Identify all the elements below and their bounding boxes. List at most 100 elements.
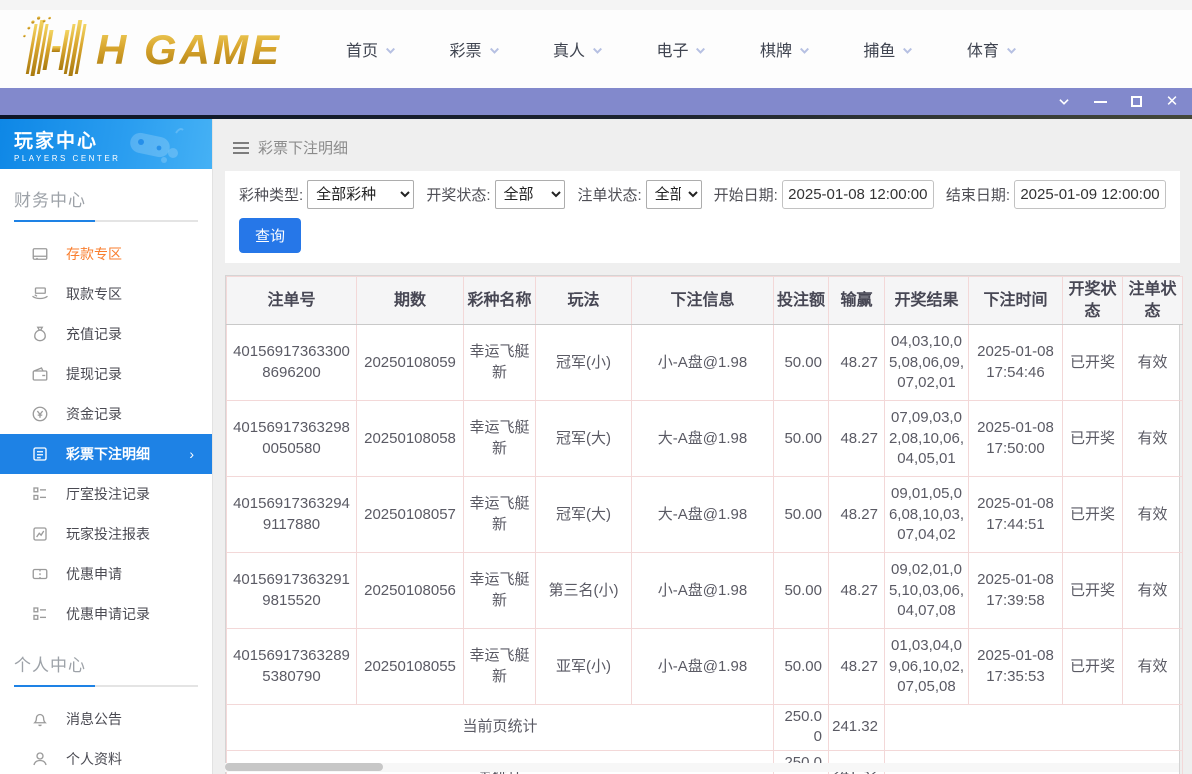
nav-item-lottery[interactable]: 彩票: [449, 37, 500, 61]
sidebar-item-lottery-bet-detail[interactable]: 彩票下注明细 ›: [0, 434, 212, 474]
cell-time: 2025-01-08 17:50:00: [969, 401, 1063, 477]
window-titlebar: ✕: [0, 88, 1192, 115]
cell-bet-id: 401569173632919815520: [227, 553, 357, 629]
col-play: 玩法: [536, 277, 632, 325]
gamepad-icon: [126, 127, 184, 163]
cell-lottery: 幸运飞艇新: [464, 629, 536, 705]
cell-time: 2025-01-08 17:54:46: [969, 325, 1063, 401]
nav-item-fishing[interactable]: 捕鱼: [863, 37, 914, 61]
money-bag-icon: [31, 325, 49, 343]
window-minimize-icon[interactable]: [1092, 94, 1108, 110]
window-close-icon[interactable]: ✕: [1164, 94, 1180, 110]
scrollbar-thumb[interactable]: [225, 763, 383, 771]
sidebar-item-profile[interactable]: 个人资料: [0, 739, 212, 774]
col-win-loss: 输赢: [829, 277, 885, 325]
personal-menu: 消息公告 个人资料 修改密码: [0, 699, 212, 774]
chevron-down-icon: [1005, 44, 1018, 57]
list-check-icon: [31, 605, 49, 623]
section-divider: [14, 685, 198, 687]
sidebar-item-promo-apply[interactable]: 优惠申请: [0, 554, 212, 594]
nav-item-cards[interactable]: 棋牌: [760, 37, 811, 61]
current-page-summary-row: 当前页统计 250.00 241.32: [227, 705, 1183, 751]
finance-menu: 存款专区 取款专区 充值记录: [0, 234, 212, 634]
section-divider: [14, 220, 198, 222]
cell-lottery: 幸运飞艇新: [464, 477, 536, 553]
nav-item-slots[interactable]: 电子: [656, 37, 707, 61]
chevron-down-icon: [694, 44, 707, 57]
cell-period: 20250108055: [357, 629, 464, 705]
section-title-personal: 个人中心: [14, 651, 212, 676]
nav-label: 电子: [656, 37, 688, 61]
table-row: 401569173632980050580 20250108058 幸运飞艇新 …: [227, 401, 1183, 477]
filter-panel: 彩种类型: 全部彩种 开奖状态: 全部 注单状态: 全部 开始日期: 结束日期:: [225, 171, 1180, 263]
nav-label: 首页: [346, 37, 378, 61]
start-date-input[interactable]: [782, 180, 934, 209]
chevron-down-icon: [591, 44, 604, 57]
cell-result: 09,01,05,06,08,10,03,07,04,02: [885, 477, 969, 553]
cell-order-status: 有效: [1123, 477, 1183, 553]
sidebar-item-deposit[interactable]: 存款专区: [0, 234, 212, 274]
page-title: 彩票下注明细: [258, 137, 348, 158]
sidebar-item-notices[interactable]: 消息公告: [0, 699, 212, 739]
nav-item-sports[interactable]: 体育: [967, 37, 1018, 61]
sidebar-item-funds-record[interactable]: 资金记录: [0, 394, 212, 434]
col-time: 下注时间: [969, 277, 1063, 325]
cell-win-loss: 48.27: [829, 325, 885, 401]
nav-item-live[interactable]: 真人: [553, 37, 604, 61]
chevron-down-icon: [384, 44, 397, 57]
lottery-type-select[interactable]: 全部彩种: [307, 180, 414, 209]
table-header-row: 注单号 期数 彩种名称 玩法 下注信息 投注额 输赢 开奖结果 下注时间 开奖状…: [227, 277, 1183, 325]
summary-label: 当前页统计: [227, 705, 774, 751]
end-date-input[interactable]: [1014, 180, 1166, 209]
col-amount: 投注额: [774, 277, 829, 325]
cell-time: 2025-01-08 17:35:53: [969, 629, 1063, 705]
cell-amount: 50.00: [774, 325, 829, 401]
person-icon: [31, 750, 49, 768]
sidebar-item-player-report[interactable]: 玩家投注报表: [0, 514, 212, 554]
sidebar-item-recharge-record[interactable]: 充值记录: [0, 314, 212, 354]
table-row: 401569173632949117880 20250108057 幸运飞艇新 …: [227, 477, 1183, 553]
horizontal-scrollbar[interactable]: [225, 763, 1179, 772]
menu-icon[interactable]: [233, 142, 249, 154]
cell-result: 04,03,10,05,08,06,09,07,02,01: [885, 325, 969, 401]
app-window: H GAME 首页 彩票 真人 电子 棋牌: [0, 0, 1192, 774]
cell-time: 2025-01-08 17:44:51: [969, 477, 1063, 553]
bet-detail-icon: [31, 445, 49, 463]
draw-status-label: 开奖状态:: [426, 184, 490, 205]
cell-play: 冠军(大): [536, 401, 632, 477]
cell-order-status: 有效: [1123, 401, 1183, 477]
cell-lottery: 幸运飞艇新: [464, 401, 536, 477]
section-title-finance: 财务中心: [14, 186, 212, 211]
col-result: 开奖结果: [885, 277, 969, 325]
cell-play: 亚军(小): [536, 629, 632, 705]
lottery-type-label: 彩种类型:: [239, 184, 303, 205]
cell-win-loss: 48.27: [829, 553, 885, 629]
svg-text:H GAME: H GAME: [96, 26, 282, 73]
cell-amount: 50.00: [774, 553, 829, 629]
sidebar-item-withdrawal-record[interactable]: 提现记录: [0, 354, 212, 394]
cell-play: 冠军(大): [536, 477, 632, 553]
chart-icon: [31, 525, 49, 543]
draw-status-select[interactable]: 全部: [495, 180, 566, 209]
sidebar-header: 玩家中心 PLAYERS CENTER: [0, 119, 212, 169]
bell-icon: [31, 710, 49, 728]
cell-order-status: 有效: [1123, 553, 1183, 629]
nav-item-home[interactable]: 首页: [346, 37, 397, 61]
cell-bet-info: 大-A盘@1.98: [632, 401, 774, 477]
nav-label: 彩票: [449, 37, 481, 61]
cell-draw-status: 已开奖: [1063, 629, 1123, 705]
search-button[interactable]: 查询: [239, 218, 301, 253]
col-draw-status: 开奖状态: [1063, 277, 1123, 325]
order-status-select[interactable]: 全部: [646, 180, 702, 209]
cell-period: 20250108056: [357, 553, 464, 629]
window-collapse-icon[interactable]: [1056, 94, 1072, 110]
window-maximize-icon[interactable]: [1128, 94, 1144, 110]
start-date-label: 开始日期:: [714, 184, 778, 205]
sidebar-item-hall-bet-record[interactable]: 厅室投注记录: [0, 474, 212, 514]
cell-bet-id: 401569173633008696200: [227, 325, 357, 401]
col-lottery: 彩种名称: [464, 277, 536, 325]
table-row: 401569173632919815520 20250108056 幸运飞艇新 …: [227, 553, 1183, 629]
cell-amount: 50.00: [774, 629, 829, 705]
sidebar-item-withdraw[interactable]: 取款专区: [0, 274, 212, 314]
sidebar-item-promo-record[interactable]: 优惠申请记录: [0, 594, 212, 634]
